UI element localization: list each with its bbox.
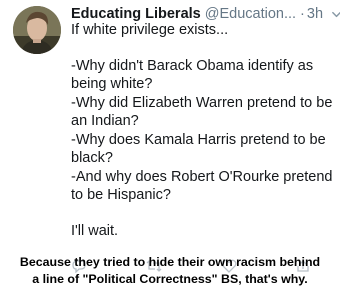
avatar[interactable] [13, 6, 61, 54]
tweet-line: black? [71, 150, 113, 166]
tweet-line: I'll wait. [71, 222, 119, 239]
tweet-line: being white? [71, 76, 153, 92]
caption-line: Because they tried to hide their own rac… [19, 255, 321, 269]
tweet-line: -And why does Robert O'Rourke pretend [71, 168, 333, 185]
tweet-line: If white privilege exists... [71, 22, 229, 38]
meme-caption: Because they tried to hide their own rac… [0, 254, 340, 287]
tweet-time[interactable]: 3h [307, 6, 323, 22]
separator: · [300, 6, 305, 22]
tweet-line: -Why didn't Barack Obama identify as [71, 57, 314, 74]
tweet-line: an Indian? [71, 113, 139, 129]
tweet-line: -Why does Kamala Harris pretend to be [71, 131, 326, 148]
tweet-line: -Why did Elizabeth Warren pretend to be [71, 94, 333, 111]
caption-line: a line of "Political Correctness" BS, th… [32, 271, 308, 286]
tweet-line: to be Hispanic? [71, 187, 171, 203]
avatar-photo [13, 6, 61, 54]
chevron-down-icon[interactable] [331, 9, 340, 20]
author-handle[interactable]: @Education... [205, 6, 296, 22]
tweet-text: If white privilege exists... -Why didn't… [71, 21, 333, 240]
author-name[interactable]: Educating Liberals [71, 6, 201, 22]
